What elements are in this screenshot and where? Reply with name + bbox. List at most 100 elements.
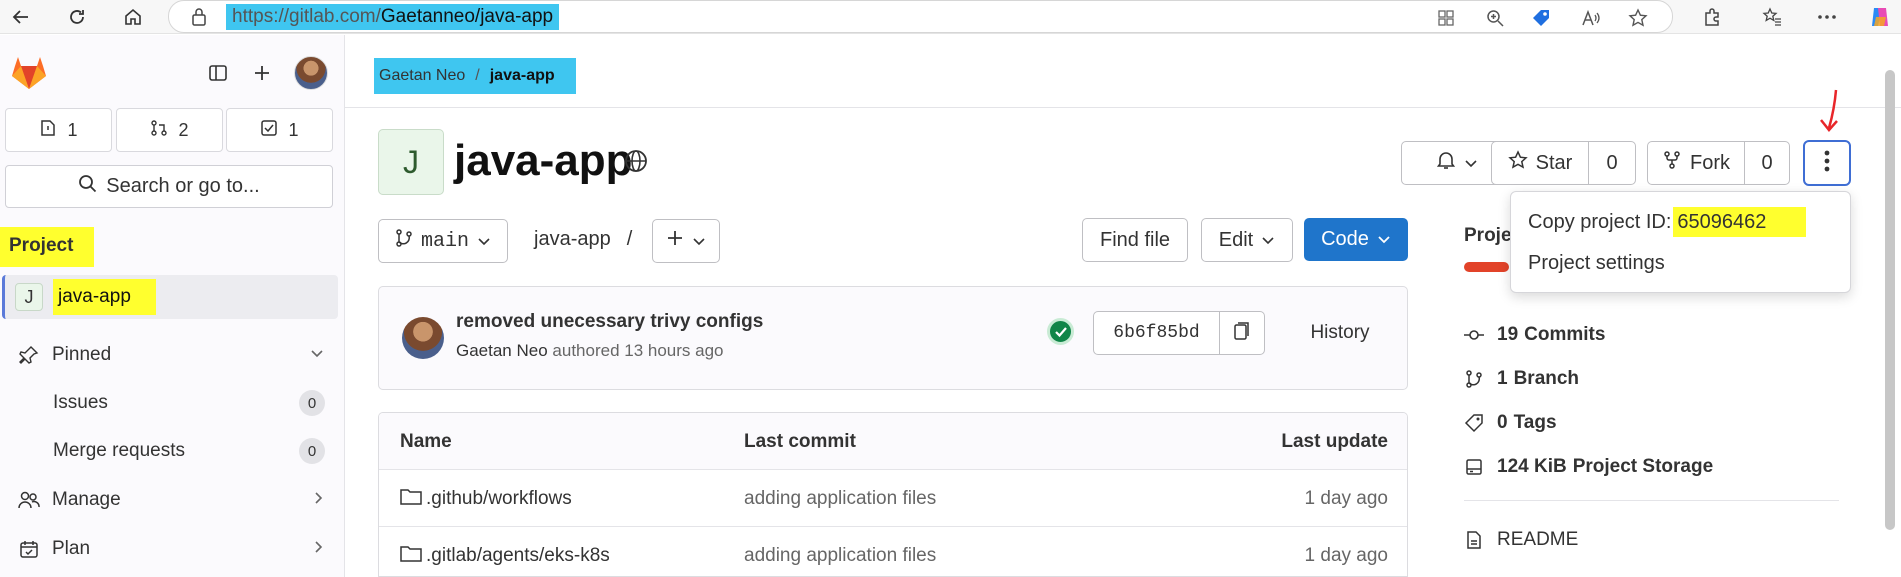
- branch-selector[interactable]: main: [378, 219, 508, 263]
- merge-requests-counter[interactable]: 2: [116, 108, 223, 152]
- issues-icon: [39, 119, 57, 142]
- add-to-tree-button[interactable]: [652, 219, 720, 263]
- breadcrumb-owner[interactable]: Gaetan Neo: [379, 67, 465, 84]
- commits-count: 19: [1497, 324, 1519, 345]
- issues-badge: 0: [299, 390, 325, 416]
- copilot-icon[interactable]: [1865, 2, 1895, 32]
- lock-icon[interactable]: [191, 7, 207, 32]
- address-bar[interactable]: https://gitlab.com/Gaetanneo/java-app: [168, 0, 1673, 33]
- storage-label: Project Storage: [1572, 456, 1714, 477]
- home-icon[interactable]: [118, 2, 148, 32]
- document-icon: [1464, 530, 1484, 550]
- commits-link[interactable]: 19 Commits: [1464, 320, 1611, 350]
- more-actions-menu: Copy project ID: 65096462 Project settin…: [1510, 191, 1851, 293]
- sidebar-item-project[interactable]: J java-app: [2, 275, 338, 319]
- sidebar-item-issues[interactable]: Issues 0: [0, 383, 338, 423]
- back-icon[interactable]: [6, 2, 36, 32]
- manage-label: Manage: [52, 489, 121, 510]
- sidebar-item-pinned[interactable]: Pinned: [0, 335, 338, 375]
- search-button[interactable]: Search or go to...: [5, 165, 333, 208]
- search-label: Search or go to...: [106, 175, 260, 197]
- commit-sha-group: 6b6f85bd: [1093, 311, 1265, 355]
- merge-requests-count: 2: [178, 119, 189, 140]
- create-new-icon[interactable]: [246, 57, 278, 89]
- commit-sha[interactable]: 6b6f85bd: [1094, 312, 1220, 354]
- project-avatar: J: [15, 283, 43, 311]
- todo-icon: [260, 119, 278, 142]
- file-name-cell[interactable]: .gitlab/agents/eks-k8s: [400, 527, 610, 576]
- todo-counter[interactable]: 1: [226, 108, 333, 152]
- copy-sha-button[interactable]: [1220, 312, 1264, 354]
- more-browser-icon[interactable]: [1812, 2, 1842, 32]
- plan-label: Plan: [52, 538, 91, 559]
- chevron-down-icon: [310, 346, 324, 364]
- file-last-commit[interactable]: adding application files: [744, 470, 936, 527]
- page-scrollbar[interactable]: [1885, 70, 1895, 530]
- favorites-icon[interactable]: [1757, 2, 1787, 32]
- commit-meta: Gaetan Neo authored 13 hours ago: [456, 341, 724, 361]
- copy-project-id-item[interactable]: Copy project ID: 65096462: [1528, 207, 1807, 237]
- table-row[interactable]: .gitlab/agents/eks-k8s adding applicatio…: [379, 527, 1407, 576]
- gitlab-logo[interactable]: [10, 55, 48, 96]
- file-last-commit[interactable]: adding application files: [744, 527, 936, 576]
- commit-title[interactable]: removed unecessary trivy configs: [456, 311, 763, 333]
- edit-label: Edit: [1218, 228, 1254, 251]
- sidebar-item-manage[interactable]: Manage: [0, 480, 338, 520]
- repo-path-root[interactable]: java-app: [534, 228, 611, 251]
- collapse-sidebar-icon[interactable]: [202, 57, 234, 89]
- chevron-down-icon: [692, 230, 706, 253]
- tags-label: Tags: [1513, 412, 1557, 433]
- fork-button[interactable]: Fork: [1648, 142, 1745, 184]
- storage-link[interactable]: 124 KiB Project Storage: [1464, 452, 1719, 482]
- sidebar-project-name: java-app: [53, 279, 156, 315]
- commit-author-avatar[interactable]: [402, 317, 444, 359]
- search-icon: [78, 174, 98, 200]
- project-settings-item[interactable]: Project settings: [1528, 252, 1665, 275]
- favorite-star-icon[interactable]: [1623, 3, 1653, 33]
- coupon-tag-icon[interactable]: [1526, 3, 1556, 33]
- pipeline-passed-icon[interactable]: [1047, 318, 1074, 345]
- page-title: java-app: [454, 136, 633, 185]
- more-actions-button[interactable]: [1803, 140, 1851, 186]
- left-sidebar: 1 2 1 Search or go to... Project J java-…: [0, 35, 345, 577]
- chevron-down-icon: [477, 230, 491, 253]
- read-aloud-icon[interactable]: [1576, 3, 1606, 33]
- find-file-button[interactable]: Find file: [1082, 218, 1188, 262]
- file-last-update: 1 day ago: [1304, 487, 1388, 509]
- tags-count: 0: [1497, 412, 1508, 433]
- copy-project-id-label: Copy project ID:: [1528, 210, 1672, 233]
- star-button[interactable]: Star: [1492, 142, 1589, 184]
- code-dropdown[interactable]: Code: [1304, 218, 1408, 261]
- app-available-icon[interactable]: [1431, 3, 1461, 33]
- breadcrumb-separator: /: [475, 67, 480, 84]
- tags-link[interactable]: 0 Tags: [1464, 408, 1563, 438]
- extensions-icon[interactable]: [1697, 2, 1727, 32]
- breadcrumb-project[interactable]: java-app: [490, 67, 555, 84]
- fork-count[interactable]: 0: [1745, 142, 1789, 184]
- project-section-header: Project: [0, 227, 94, 267]
- history-button[interactable]: History: [1287, 311, 1393, 355]
- commit-icon: [1464, 328, 1484, 342]
- edit-dropdown[interactable]: Edit: [1201, 218, 1293, 262]
- breadcrumb: Gaetan Neo / java-app: [374, 58, 576, 94]
- readme-link[interactable]: README: [1464, 525, 1578, 555]
- chevron-right-icon: [314, 540, 324, 559]
- file-name-cell[interactable]: .github/workflows: [400, 470, 572, 527]
- refresh-icon[interactable]: [62, 2, 92, 32]
- sidebar-item-merge-requests[interactable]: Merge requests 0: [0, 431, 338, 471]
- star-count[interactable]: 0: [1589, 142, 1635, 184]
- user-avatar[interactable]: [294, 56, 328, 90]
- zoom-icon[interactable]: [1480, 3, 1510, 33]
- last-commit-panel: removed unecessary trivy configs Gaetan …: [378, 286, 1408, 390]
- star-label: Star: [1535, 151, 1573, 174]
- url-path: Gaetanneo/java-app: [380, 6, 554, 27]
- url-text[interactable]: https://gitlab.com/Gaetanneo/java-app: [226, 4, 560, 30]
- branches-link[interactable]: 1 Branch: [1464, 364, 1585, 394]
- repo-path: java-app /: [534, 228, 632, 251]
- sidebar-item-plan[interactable]: Plan: [0, 529, 338, 569]
- assigned-issues-counter[interactable]: 1: [5, 108, 112, 152]
- header-divider: [345, 107, 1901, 108]
- table-row[interactable]: .github/workflows adding application fil…: [379, 470, 1407, 527]
- commit-author[interactable]: Gaetan Neo: [456, 341, 548, 360]
- file-last-update: 1 day ago: [1304, 544, 1388, 566]
